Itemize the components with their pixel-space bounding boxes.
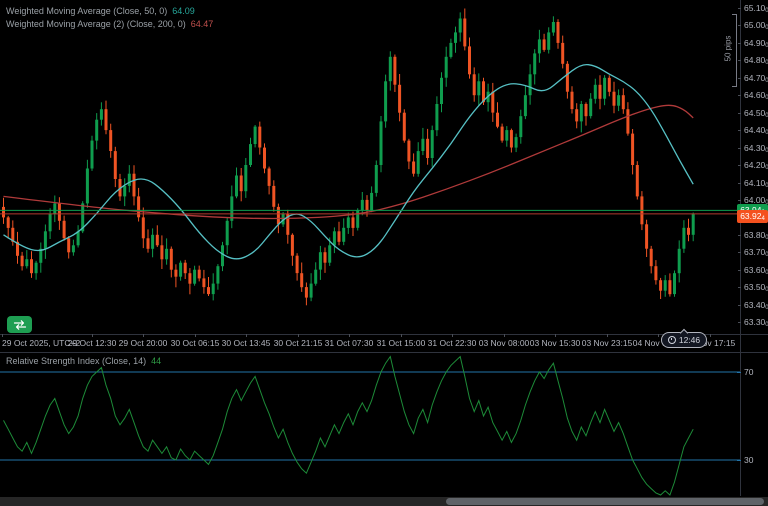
price-axis[interactable]: 65.10065.00064.90064.80064.70064.60064.5… xyxy=(741,0,768,496)
wma200-label: Weighted Moving Average (2) (Close, 200,… xyxy=(6,19,186,29)
rsi-lower-level-label: 30 xyxy=(744,455,753,465)
swap-arrows-icon xyxy=(12,319,28,331)
rsi-upper-level-label: 70 xyxy=(744,367,753,377)
clock-icon xyxy=(668,336,676,344)
time-axis[interactable]: 29 Oct 2025, UTC+229 Oct 12:3029 Oct 20:… xyxy=(0,334,768,352)
wma50-value: 64.09 xyxy=(172,6,195,16)
trading-chart-window: Weighted Moving Average (Close, 50, 0) 6… xyxy=(0,0,768,506)
rsi-label: Relative Strength Index (Close, 14) xyxy=(6,356,146,366)
rsi-upper-tick xyxy=(737,372,741,373)
scroll-to-recent-button[interactable] xyxy=(7,316,32,333)
price-tag-current: 63.924 xyxy=(737,210,768,223)
rsi-value: 44 xyxy=(151,356,161,366)
pips-bracket-tick-top xyxy=(732,14,737,15)
rsi-legend-row[interactable]: Relative Strength Index (Close, 14) 44 xyxy=(6,356,161,366)
rsi-lower-tick xyxy=(737,460,741,461)
rsi-chart-canvas[interactable] xyxy=(0,352,740,496)
countdown-time: 12:46 xyxy=(679,335,700,345)
wma200-legend-row[interactable]: Weighted Moving Average (2) (Close, 200,… xyxy=(6,17,213,30)
candlestick-chart-canvas[interactable] xyxy=(0,0,740,333)
horizontal-scrollbar[interactable] xyxy=(0,497,768,506)
pips-bracket-tick-bottom xyxy=(732,86,737,87)
wma200-value: 64.47 xyxy=(191,19,214,29)
wma50-legend-row[interactable]: Weighted Moving Average (Close, 50, 0) 6… xyxy=(6,4,213,17)
pips-bracket-line xyxy=(736,14,737,86)
countdown-tooltip: 12:46 xyxy=(661,332,707,348)
indicator-legend: Weighted Moving Average (Close, 50, 0) 6… xyxy=(6,4,213,30)
wma50-label: Weighted Moving Average (Close, 50, 0) xyxy=(6,6,167,16)
pips-range-label: 50 pips xyxy=(724,31,733,67)
scrollbar-thumb[interactable] xyxy=(446,498,764,505)
